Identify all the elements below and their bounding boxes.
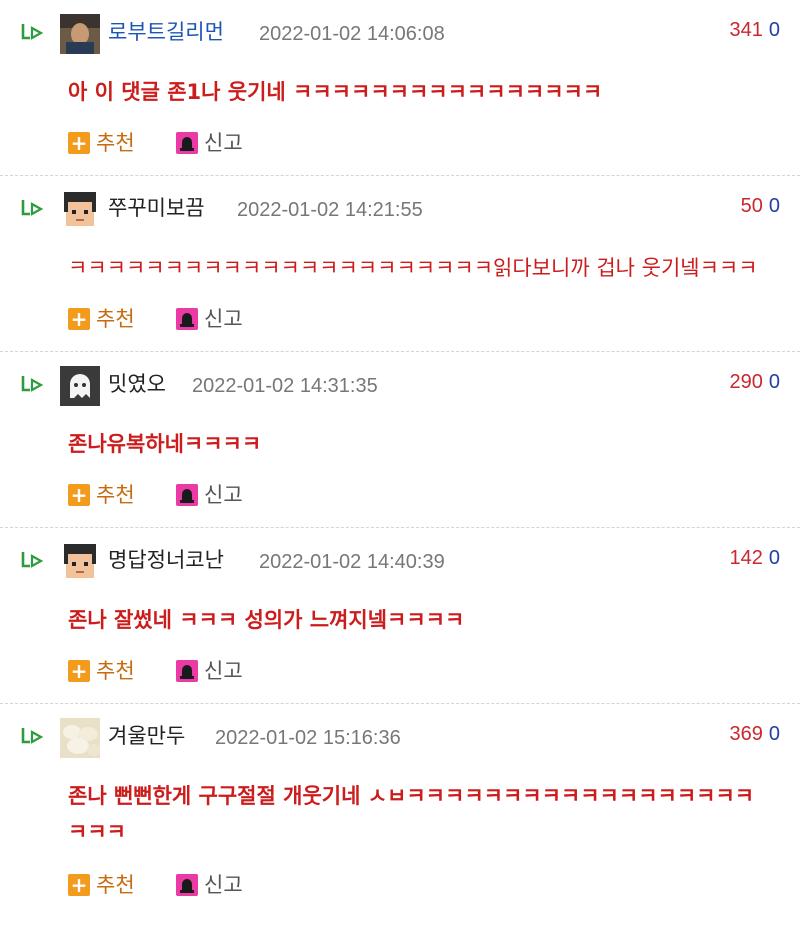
comment-timestamp: 2022-01-02 14:21:55 [237,199,423,221]
comment-actions: + 추천 신고 [68,304,368,334]
vote-counts: 369 0 [730,720,781,748]
upvote-count: 50 [740,195,763,217]
plus-icon[interactable]: + [68,308,90,330]
comment-actions: + 추천 신고 [68,128,368,158]
comment-text: 존나유복하네ㅋㅋㅋㅋ [68,432,262,456]
comment-list: 로부트길리먼 2022-01-02 14:06:08 341 0 아 이 댓글 존… [0,0,800,928]
comment-timestamp: 2022-01-02 14:06:08 [259,23,445,45]
comment-actions: + 추천 신고 [68,480,368,510]
recommend-button[interactable]: 추천 [96,870,135,900]
recommend-button[interactable]: 추천 [96,480,135,510]
avatar[interactable] [60,366,100,406]
plus-icon[interactable]: + [68,660,90,682]
comment-actions: + 추천 신고 [68,870,368,900]
avatar[interactable] [60,718,100,758]
siren-icon[interactable] [176,308,198,330]
report-button[interactable]: 신고 [204,304,243,334]
comment-item: 명답정너코난 2022-01-02 14:40:39 142 0 존나 잘썼네 ㅋ… [0,528,800,704]
siren-icon[interactable] [176,874,198,896]
report-button[interactable]: 신고 [204,870,243,900]
downvote-count: 0 [768,195,780,217]
downvote-count: 0 [768,547,780,569]
comment-item: 겨울만두 2022-01-02 15:16:36 369 0 존나 뻔뻔한게 구구… [0,704,800,928]
comment-text: 아 이 댓글 존1나 웃기네 ㅋㅋㅋㅋㅋㅋㅋㅋㅋㅋㅋㅋㅋㅋㅋㅋ [68,80,603,104]
comment-timestamp: 2022-01-02 14:40:39 [259,551,445,573]
plus-icon[interactable]: + [68,874,90,896]
siren-icon[interactable] [176,484,198,506]
recommend-button[interactable]: 추천 [96,128,135,158]
reply-arrow-icon [21,728,44,744]
comment-item: 쭈꾸미보끔 2022-01-02 14:21:55 50 0 ㅋㅋㅋㅋㅋㅋㅋㅋㅋㅋ… [0,176,800,352]
nickname[interactable]: 로부트길리먼 [108,18,224,46]
avatar[interactable] [60,14,100,54]
vote-counts: 142 0 [730,544,781,572]
comment-text: ㅋㅋㅋㅋㅋㅋㅋㅋㅋㅋㅋㅋㅋㅋㅋㅋㅋㅋㅋㅋㅋㅋ읽다보니까 겁나 웃기넼ㅋㅋㅋ [68,256,758,280]
reply-arrow-icon [21,552,44,568]
reply-arrow-icon [21,200,44,216]
report-button[interactable]: 신고 [204,128,243,158]
plus-icon[interactable]: + [68,484,90,506]
upvote-count: 369 [729,723,763,745]
nickname[interactable]: 쭈꾸미보끔 [108,194,205,222]
downvote-count: 0 [768,723,780,745]
reply-arrow-icon [21,376,44,392]
nickname[interactable]: 겨울만두 [108,722,185,750]
upvote-count: 142 [729,547,763,569]
report-button[interactable]: 신고 [204,656,243,686]
comment-item: 로부트길리먼 2022-01-02 14:06:08 341 0 아 이 댓글 존… [0,0,800,176]
plus-icon[interactable]: + [68,132,90,154]
avatar[interactable] [60,542,100,582]
recommend-button[interactable]: 추천 [96,656,135,686]
siren-icon[interactable] [176,660,198,682]
avatar[interactable] [60,190,100,230]
upvote-count: 341 [729,19,763,41]
nickname[interactable]: 밋였오 [108,370,166,398]
vote-counts: 50 0 [741,192,780,220]
comment-text: 존나 잘썼네 ㅋㅋㅋ 성의가 느껴지넼ㅋㅋㅋㅋ [68,608,465,632]
upvote-count: 290 [729,371,763,393]
comment-text: 존나 뻔뻔한게 구구절절 개웃기네 ㅅㅂㅋㅋㅋㅋㅋㅋㅋㅋㅋㅋㅋㅋㅋㅋㅋㅋㅋㅋㅋㅋ… [68,784,755,844]
report-button[interactable]: 신고 [204,480,243,510]
downvote-count: 0 [768,371,780,393]
siren-icon[interactable] [176,132,198,154]
comment-actions: + 추천 신고 [68,656,368,686]
vote-counts: 290 0 [730,368,781,396]
reply-arrow-icon [21,24,44,40]
comment-item: 밋였오 2022-01-02 14:31:35 290 0 존나유복하네ㅋㅋㅋㅋ … [0,352,800,528]
nickname[interactable]: 명답정너코난 [108,546,224,574]
vote-counts: 341 0 [730,16,781,44]
comment-timestamp: 2022-01-02 15:16:36 [215,727,401,749]
recommend-button[interactable]: 추천 [96,304,135,334]
downvote-count: 0 [768,19,780,41]
comment-timestamp: 2022-01-02 14:31:35 [192,375,378,397]
